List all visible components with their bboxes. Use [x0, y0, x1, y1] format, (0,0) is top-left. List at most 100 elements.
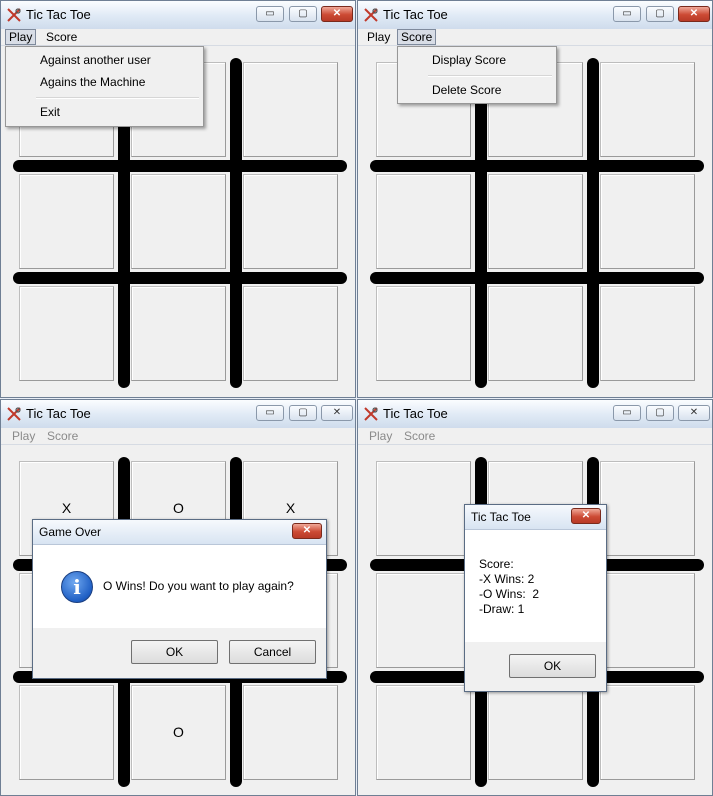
menu-separator	[36, 97, 199, 99]
menu-play[interactable]: Play	[366, 428, 395, 444]
cell-mark: O	[173, 724, 184, 740]
menu-play[interactable]: Play	[9, 428, 38, 444]
score-menu-dropdown: Display Score Delete Score	[397, 46, 557, 104]
window-title: Tic Tac Toe	[26, 406, 91, 421]
board-cell[interactable]	[376, 174, 471, 269]
menu-item-against-machine[interactable]: Agains the Machine	[8, 71, 201, 93]
dialog-body: i O Wins! Do you want to play again?	[33, 545, 326, 628]
score-o-wins: -O Wins: 2	[479, 587, 540, 601]
dialog-message: O Wins! Do you want to play again?	[103, 579, 294, 593]
title-bar[interactable]: Tic Tac Toe ▭ ▢ ✕	[1, 400, 355, 428]
menu-play[interactable]: Play	[5, 29, 37, 45]
cell-mark: X	[285, 500, 296, 516]
ok-button[interactable]: OK	[131, 640, 218, 664]
grid-line	[370, 160, 704, 172]
score-dialog: Tic Tac Toe ✕ Score: -X Wins: 2 -O Wins:…	[464, 504, 607, 692]
maximize-button[interactable]: ▢	[289, 6, 317, 22]
board-cell[interactable]	[488, 286, 583, 381]
title-bar[interactable]: Tic Tac Toe ▭ ▢ ✕	[1, 1, 355, 29]
close-button[interactable]: ✕	[321, 405, 353, 421]
window-title: Tic Tac Toe	[26, 7, 91, 22]
grid-line	[370, 272, 704, 284]
tic-tac-toe-app-icon	[7, 8, 21, 22]
dialog-title-bar[interactable]: Game Over ✕	[33, 520, 326, 545]
menu-bar: Play Score	[358, 29, 712, 46]
menu-bar: Play Score	[1, 428, 355, 445]
maximize-button[interactable]: ▢	[646, 405, 674, 421]
menu-item-exit[interactable]: Exit	[8, 101, 201, 123]
menu-item-against-user[interactable]: Against another user	[8, 49, 201, 71]
board-cell[interactable]	[600, 62, 695, 157]
board-cell[interactable]	[243, 174, 338, 269]
board-cell[interactable]	[243, 62, 338, 157]
window-title: Tic Tac Toe	[383, 406, 448, 421]
menu-play[interactable]: Play	[364, 29, 393, 45]
play-menu-dropdown: Against another user Agains the Machine …	[5, 46, 204, 127]
board-cell[interactable]	[376, 461, 471, 556]
board-cell[interactable]	[376, 286, 471, 381]
board-cell[interactable]	[131, 174, 226, 269]
board-cell[interactable]	[19, 286, 114, 381]
cell-mark: X	[61, 500, 72, 516]
grid-line	[475, 58, 487, 388]
menu-score[interactable]: Score	[44, 428, 81, 444]
close-button[interactable]: ✕	[678, 405, 710, 421]
window-game-over: Tic Tac Toe ▭ ▢ ✕ Play Score X O X O Gam…	[0, 399, 356, 796]
maximize-button[interactable]: ▢	[289, 405, 317, 421]
menu-score[interactable]: Score	[43, 29, 80, 45]
window-title: Tic Tac Toe	[383, 7, 448, 22]
board-cell[interactable]	[243, 685, 338, 780]
board-cell[interactable]	[600, 573, 695, 668]
score-x-wins: -X Wins: 2	[479, 572, 535, 586]
title-bar[interactable]: Tic Tac Toe ▭ ▢ ✕	[358, 400, 712, 428]
title-bar[interactable]: Tic Tac Toe ▭ ▢ ✕	[358, 1, 712, 29]
minimize-button[interactable]: ▭	[256, 405, 284, 421]
board-cell[interactable]	[243, 286, 338, 381]
menu-item-display-score[interactable]: Display Score	[400, 49, 554, 71]
board-cell[interactable]	[131, 286, 226, 381]
board-cell[interactable]	[600, 174, 695, 269]
board-cell[interactable]	[19, 174, 114, 269]
minimize-button[interactable]: ▭	[256, 6, 284, 22]
dialog-close-button[interactable]: ✕	[571, 508, 601, 524]
menu-bar: Play Score	[358, 428, 712, 445]
board-cell[interactable]	[19, 685, 114, 780]
window-play-menu: Tic Tac Toe ▭ ▢ ✕ Play Score Against ano…	[0, 0, 356, 398]
grid-line	[230, 58, 242, 388]
grid-line	[13, 272, 347, 284]
board-cell[interactable]	[376, 573, 471, 668]
tic-tac-toe-app-icon	[364, 407, 378, 421]
dialog-title-bar[interactable]: Tic Tac Toe ✕	[465, 505, 606, 530]
score-label: Score:	[479, 557, 514, 571]
dialog-body: Score: -X Wins: 2 -O Wins: 2 -Draw: 1	[465, 530, 606, 642]
window-score-menu: Tic Tac Toe ▭ ▢ ✕ Play Score Display Sco…	[357, 0, 713, 398]
game-over-dialog: Game Over ✕ i O Wins! Do you want to pla…	[32, 519, 327, 679]
board-cell[interactable]	[600, 685, 695, 780]
close-button[interactable]: ✕	[321, 6, 353, 22]
tic-tac-toe-app-icon	[364, 8, 378, 22]
menu-score[interactable]: Score	[401, 428, 438, 444]
board-cell[interactable]	[488, 685, 583, 780]
board-cell[interactable]	[600, 286, 695, 381]
dialog-title: Tic Tac Toe	[471, 510, 531, 524]
minimize-button[interactable]: ▭	[613, 6, 641, 22]
window-score-display: Tic Tac Toe ▭ ▢ ✕ Play Score Tic Tac Toe…	[357, 399, 713, 796]
cell-mark: O	[173, 500, 184, 516]
cancel-button[interactable]: Cancel	[229, 640, 316, 664]
board-cell[interactable]	[376, 685, 471, 780]
grid-line	[13, 160, 347, 172]
tic-tac-toe-app-icon	[7, 407, 21, 421]
menu-score[interactable]: Score	[397, 29, 437, 45]
close-button[interactable]: ✕	[678, 6, 710, 22]
dialog-close-button[interactable]: ✕	[292, 523, 322, 539]
info-icon: i	[61, 571, 93, 603]
board-cell[interactable]: O	[131, 685, 226, 780]
board-cell[interactable]	[488, 174, 583, 269]
minimize-button[interactable]: ▭	[613, 405, 641, 421]
board-cell[interactable]	[600, 461, 695, 556]
menu-item-delete-score[interactable]: Delete Score	[400, 79, 554, 101]
score-draw: -Draw: 1	[479, 602, 525, 616]
ok-button[interactable]: OK	[509, 654, 596, 678]
maximize-button[interactable]: ▢	[646, 6, 674, 22]
dialog-title: Game Over	[39, 525, 102, 539]
